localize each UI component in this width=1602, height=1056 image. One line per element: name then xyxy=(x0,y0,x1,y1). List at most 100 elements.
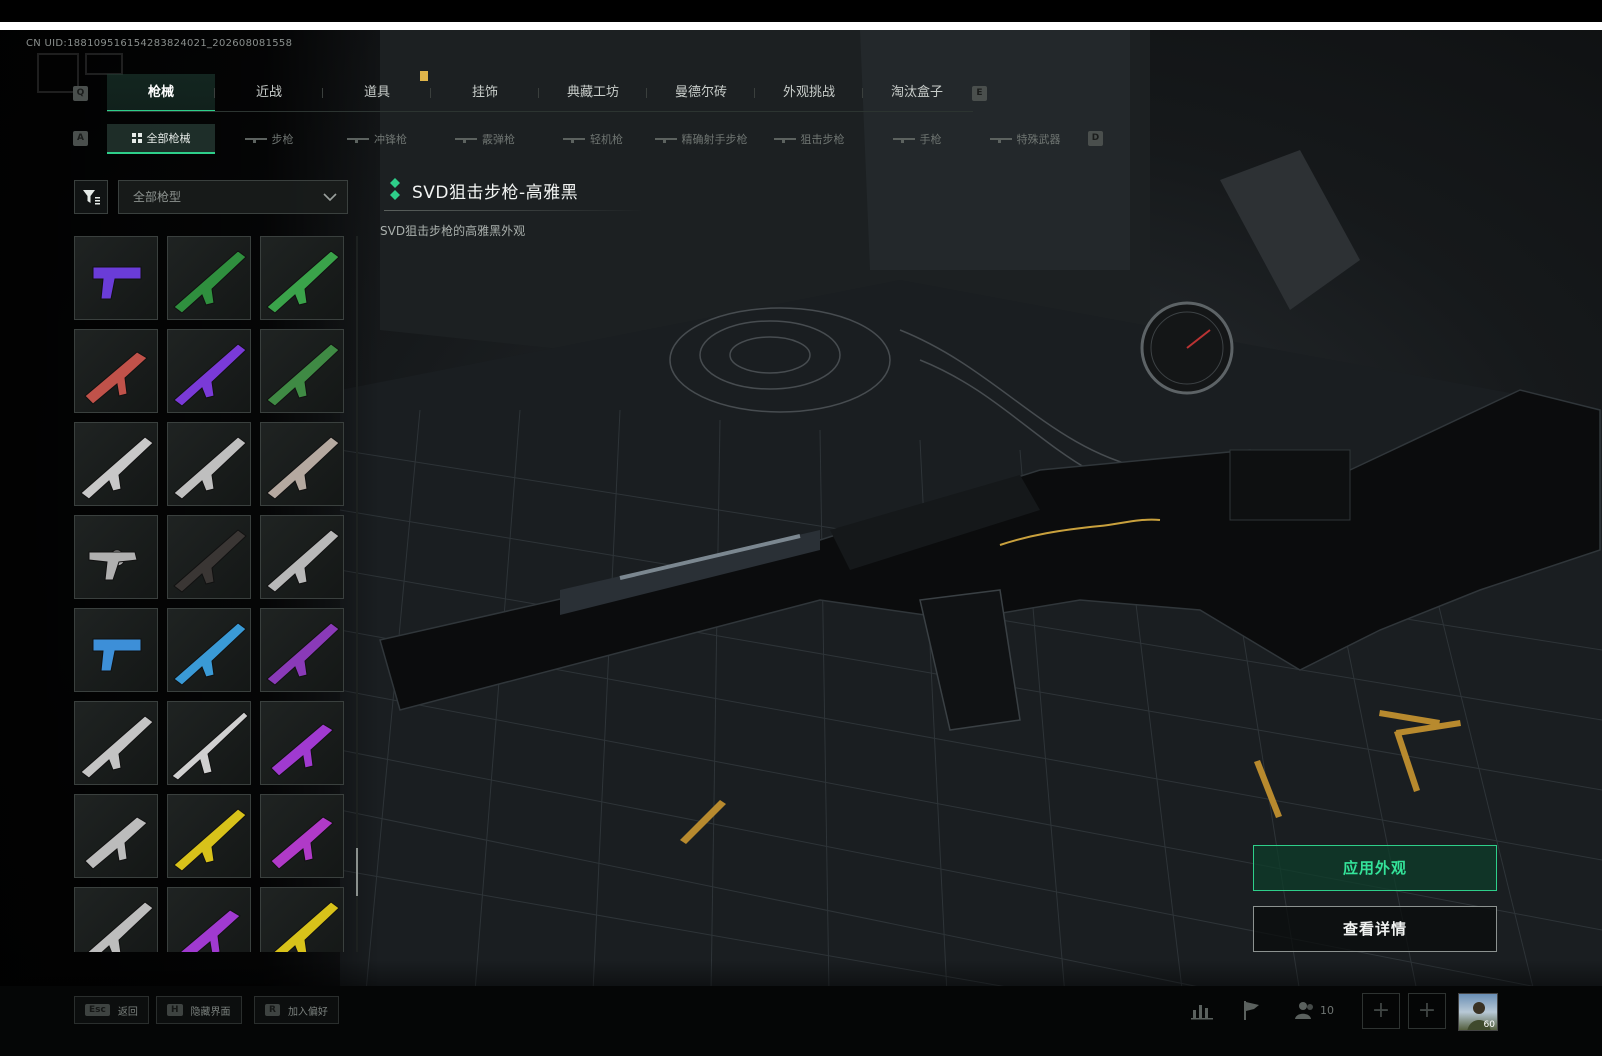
subtab-label: 步枪 xyxy=(271,133,294,146)
tab-melee[interactable]: 近战 xyxy=(215,74,323,112)
sniper-icon xyxy=(171,711,249,781)
skin-tile[interactable] xyxy=(167,515,251,599)
flag-icon[interactable] xyxy=(1236,994,1268,1026)
skin-tile[interactable] xyxy=(260,794,344,878)
skin-tile[interactable] xyxy=(74,887,158,952)
rarity-diamond-icon xyxy=(390,178,400,200)
skin-tile[interactable] xyxy=(260,515,344,599)
top-letterbox xyxy=(0,0,1602,22)
tab-charms[interactable]: 挂饰 xyxy=(431,74,539,112)
main-tab-prev-key[interactable]: Q xyxy=(73,86,88,101)
rifle-icon xyxy=(244,136,267,143)
subtab-label: 冲锋枪 xyxy=(374,133,407,146)
skin-grid-scrollbar-thumb[interactable] xyxy=(356,848,358,896)
skin-tile[interactable] xyxy=(167,422,251,506)
skin-tile[interactable] xyxy=(260,608,344,692)
rifle-icon xyxy=(173,622,247,686)
chevron-down-icon xyxy=(323,193,337,202)
hint-back[interactable]: Esc 返回 xyxy=(74,996,149,1024)
smg-icon xyxy=(179,909,241,952)
tab-elimination-box[interactable]: 淘汰盒子 xyxy=(863,74,971,112)
smg-icon xyxy=(84,816,148,870)
subtab-marksman-rifles[interactable]: 精确射手步枪 xyxy=(647,124,755,154)
tab-appearance-challenges[interactable]: 外观挑战 xyxy=(755,74,863,112)
friends-icon xyxy=(1295,1002,1313,1019)
skin-tile[interactable] xyxy=(260,887,344,952)
subtab-label: 全部枪械 xyxy=(146,132,191,145)
skin-tile[interactable] xyxy=(74,422,158,506)
player-uid: CN UID:1881095161542838240​21_2026080815… xyxy=(26,38,293,49)
skin-tile[interactable] xyxy=(260,422,344,506)
tab-guns[interactable]: 枪械 xyxy=(107,74,215,112)
rifle-icon xyxy=(173,436,247,500)
skin-tile[interactable] xyxy=(74,794,158,878)
skin-tile[interactable] xyxy=(167,794,251,878)
subtab-label: 特殊武器 xyxy=(1016,133,1061,146)
skin-tile[interactable] xyxy=(74,515,158,599)
marksman-rifle-icon xyxy=(654,136,677,143)
skin-tile[interactable] xyxy=(74,608,158,692)
subtab-pistols[interactable]: 手枪 xyxy=(863,124,971,154)
subtab-sniper-rifles[interactable]: 狙击步枪 xyxy=(755,124,863,154)
revolver-icon xyxy=(88,549,138,581)
tab-collection-workshop[interactable]: 典藏工坊 xyxy=(539,74,647,112)
sub-tab-prev-key[interactable]: A xyxy=(73,131,88,146)
skin-tile[interactable] xyxy=(260,236,344,320)
rifle-icon xyxy=(173,250,247,314)
game-screen: CN UID:1881095161542838240​21_2026080815… xyxy=(0,0,1602,1056)
skin-tile[interactable] xyxy=(167,701,251,785)
skin-grid-scrollbar[interactable] xyxy=(356,236,358,952)
rifle-icon xyxy=(80,715,154,779)
skin-tile[interactable] xyxy=(167,887,251,952)
hint-hide-ui[interactable]: H 隐藏界面 xyxy=(156,996,242,1024)
rifle-icon xyxy=(87,901,154,952)
subtab-all-guns[interactable]: 全部枪械 xyxy=(107,124,215,154)
sniper-rifle-icon xyxy=(773,136,796,143)
rifle-icon xyxy=(173,343,247,407)
hint-label: 隐藏界面 xyxy=(190,1006,231,1018)
subtab-smgs[interactable]: 冲锋枪 xyxy=(323,124,431,154)
grid-icon xyxy=(131,133,142,143)
skin-tile[interactable] xyxy=(167,329,251,413)
player-avatar[interactable]: 60 xyxy=(1458,993,1498,1031)
skin-tile[interactable] xyxy=(74,329,158,413)
tab-items[interactable]: 道具 xyxy=(323,74,431,112)
pistol-icon xyxy=(892,136,915,143)
pistol-icon xyxy=(92,266,142,300)
skin-tile[interactable] xyxy=(260,329,344,413)
filter-button[interactable] xyxy=(74,180,108,214)
view-details-button[interactable]: 查看详情 xyxy=(1253,906,1497,952)
skin-tile[interactable] xyxy=(167,608,251,692)
hint-key: R xyxy=(265,1004,280,1016)
smg-icon xyxy=(270,816,334,870)
party-slot-1-plus-icon[interactable]: + xyxy=(1362,993,1400,1029)
hint-label: 返回 xyxy=(117,1006,138,1018)
subtab-lmgs[interactable]: 轻机枪 xyxy=(539,124,647,154)
stats-icon[interactable] xyxy=(1186,994,1218,1026)
party-slot-2-plus-icon[interactable]: + xyxy=(1408,993,1446,1029)
sub-tabs: 全部枪械 步枪 冲锋枪 霰弹枪 轻机枪 精确射手步枪 狙击步枪 手枪 特殊武器 xyxy=(107,124,1107,154)
smg-icon xyxy=(347,136,369,143)
lmg-icon xyxy=(563,136,585,143)
skin-tile[interactable] xyxy=(74,701,158,785)
hint-label: 加入偏好 xyxy=(287,1006,328,1018)
subtab-special-weapons[interactable]: 特殊武器 xyxy=(971,124,1079,154)
friends-button[interactable]: 10 xyxy=(1294,994,1354,1026)
sub-tab-next-key[interactable]: D xyxy=(1088,131,1103,146)
rifle-icon xyxy=(266,250,340,314)
subtab-shotguns[interactable]: 霰弹枪 xyxy=(431,124,539,154)
main-tab-next-key[interactable]: E xyxy=(972,86,987,101)
skin-tile[interactable] xyxy=(260,701,344,785)
subtab-rifles[interactable]: 步枪 xyxy=(215,124,323,154)
apply-appearance-button[interactable]: 应用外观 xyxy=(1253,845,1497,891)
rifle-icon xyxy=(173,808,247,872)
gun-type-select[interactable]: 全部枪型 xyxy=(118,180,348,214)
rifle-icon xyxy=(266,436,340,500)
rifle-icon xyxy=(266,622,340,686)
skin-tile[interactable] xyxy=(167,236,251,320)
subtab-label: 精确射手步枪 xyxy=(681,133,748,146)
tab-mandel-bricks[interactable]: 曼德尔砖 xyxy=(647,74,755,112)
item-header: SVD狙击步枪-高雅黑 xyxy=(384,174,644,212)
hint-add-favorite[interactable]: R 加入偏好 xyxy=(254,996,339,1024)
skin-tile[interactable] xyxy=(74,236,158,320)
